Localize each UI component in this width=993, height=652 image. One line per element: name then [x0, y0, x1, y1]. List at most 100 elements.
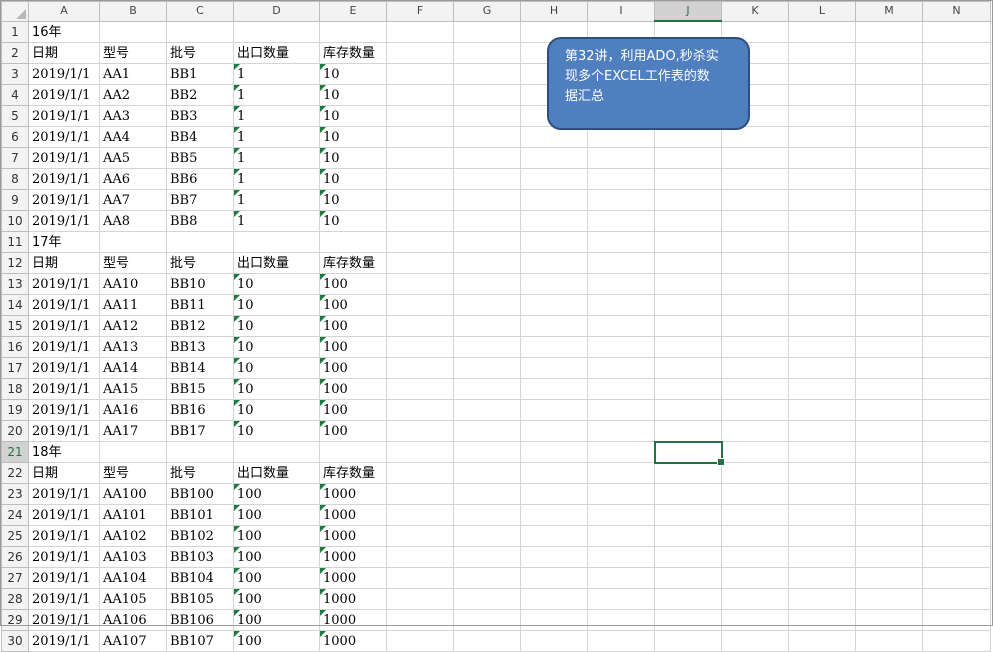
column-header-c[interactable]: C	[166, 1, 234, 22]
cell-j24[interactable]	[654, 504, 722, 526]
cell-g13[interactable]	[453, 273, 521, 295]
cell-m26[interactable]	[855, 546, 923, 568]
cell-e14[interactable]: 100	[319, 294, 387, 316]
cell-k26[interactable]	[721, 546, 789, 568]
cell-n19[interactable]	[922, 399, 991, 421]
cell-k24[interactable]	[721, 504, 789, 526]
cell-a9[interactable]: 2019/1/1	[28, 189, 100, 211]
cell-b10[interactable]: AA8	[99, 210, 167, 232]
cell-h21[interactable]	[520, 441, 588, 463]
cell-n8[interactable]	[922, 168, 991, 190]
cell-n10[interactable]	[922, 210, 991, 232]
cell-g1[interactable]	[453, 20, 521, 43]
cell-c7[interactable]: BB5	[166, 147, 234, 169]
cell-g22[interactable]	[453, 462, 521, 484]
cell-k18[interactable]	[721, 378, 789, 400]
cell-e7[interactable]: 10	[319, 147, 387, 169]
cell-b23[interactable]: AA100	[99, 483, 167, 505]
row-header-3[interactable]: 3	[1, 63, 29, 85]
cell-j14[interactable]	[654, 294, 722, 316]
row-header-6[interactable]: 6	[1, 126, 29, 148]
cell-g9[interactable]	[453, 189, 521, 211]
cell-m1[interactable]	[855, 20, 923, 43]
cell-b1[interactable]	[99, 20, 167, 43]
fill-handle[interactable]	[716, 457, 725, 466]
cell-c23[interactable]: BB100	[166, 483, 234, 505]
cell-e3[interactable]: 10	[319, 63, 387, 85]
row-header-1[interactable]: 1	[1, 20, 29, 43]
cell-j11[interactable]	[654, 231, 722, 253]
cell-k11[interactable]	[721, 231, 789, 253]
cell-l16[interactable]	[788, 336, 856, 358]
cell-a23[interactable]: 2019/1/1	[28, 483, 100, 505]
cell-i7[interactable]	[587, 147, 655, 169]
cell-h15[interactable]	[520, 315, 588, 337]
cell-d26[interactable]: 100	[233, 546, 320, 568]
cell-f11[interactable]	[386, 231, 454, 253]
cell-b14[interactable]: AA11	[99, 294, 167, 316]
cell-c18[interactable]: BB15	[166, 378, 234, 400]
cell-e23[interactable]: 1000	[319, 483, 387, 505]
cell-m14[interactable]	[855, 294, 923, 316]
cell-b3[interactable]: AA1	[99, 63, 167, 85]
cell-j26[interactable]	[654, 546, 722, 568]
cell-c1[interactable]	[166, 20, 234, 43]
cell-m21[interactable]	[855, 441, 923, 463]
cell-l28[interactable]	[788, 588, 856, 610]
cell-k29[interactable]	[721, 609, 789, 631]
cell-f19[interactable]	[386, 399, 454, 421]
cell-g14[interactable]	[453, 294, 521, 316]
cell-h13[interactable]	[520, 273, 588, 295]
row-header-7[interactable]: 7	[1, 147, 29, 169]
cell-a16[interactable]: 2019/1/1	[28, 336, 100, 358]
cell-j29[interactable]	[654, 609, 722, 631]
row-header-10[interactable]: 10	[1, 210, 29, 232]
cell-b24[interactable]: AA101	[99, 504, 167, 526]
row-header-12[interactable]: 12	[1, 252, 29, 274]
cell-g23[interactable]	[453, 483, 521, 505]
cell-i18[interactable]	[587, 378, 655, 400]
cell-d21[interactable]	[233, 441, 320, 463]
cell-e12[interactable]: 库存数量	[319, 252, 387, 274]
cell-j18[interactable]	[654, 378, 722, 400]
cell-m28[interactable]	[855, 588, 923, 610]
cell-g11[interactable]	[453, 231, 521, 253]
cell-d3[interactable]: 1	[233, 63, 320, 85]
cell-j22[interactable]	[654, 462, 722, 484]
cell-l13[interactable]	[788, 273, 856, 295]
cell-c25[interactable]: BB102	[166, 525, 234, 547]
cell-b19[interactable]: AA16	[99, 399, 167, 421]
cell-f28[interactable]	[386, 588, 454, 610]
row-header-25[interactable]: 25	[1, 525, 29, 547]
cell-c9[interactable]: BB7	[166, 189, 234, 211]
column-header-k[interactable]: K	[721, 1, 789, 22]
cell-f25[interactable]	[386, 525, 454, 547]
cell-l7[interactable]	[788, 147, 856, 169]
cell-d23[interactable]: 100	[233, 483, 320, 505]
cell-m4[interactable]	[855, 84, 923, 106]
cell-c24[interactable]: BB101	[166, 504, 234, 526]
cell-h17[interactable]	[520, 357, 588, 379]
cell-e13[interactable]: 100	[319, 273, 387, 295]
cell-i17[interactable]	[587, 357, 655, 379]
cell-f27[interactable]	[386, 567, 454, 589]
cell-l17[interactable]	[788, 357, 856, 379]
cell-f9[interactable]	[386, 189, 454, 211]
cell-c15[interactable]: BB12	[166, 315, 234, 337]
cell-b8[interactable]: AA6	[99, 168, 167, 190]
cell-a19[interactable]: 2019/1/1	[28, 399, 100, 421]
cell-b11[interactable]	[99, 231, 167, 253]
cell-i27[interactable]	[587, 567, 655, 589]
cell-g2[interactable]	[453, 42, 521, 64]
cell-d6[interactable]: 1	[233, 126, 320, 148]
cell-c16[interactable]: BB13	[166, 336, 234, 358]
cell-h14[interactable]	[520, 294, 588, 316]
cell-j13[interactable]	[654, 273, 722, 295]
cell-n22[interactable]	[922, 462, 991, 484]
cell-g15[interactable]	[453, 315, 521, 337]
cell-d5[interactable]: 1	[233, 105, 320, 127]
cell-d4[interactable]: 1	[233, 84, 320, 106]
cell-b25[interactable]: AA102	[99, 525, 167, 547]
callout-shape[interactable]: 第32讲，利用ADO,秒杀实 现多个EXCEL工作表的数 据汇总	[547, 37, 750, 130]
cell-k28[interactable]	[721, 588, 789, 610]
